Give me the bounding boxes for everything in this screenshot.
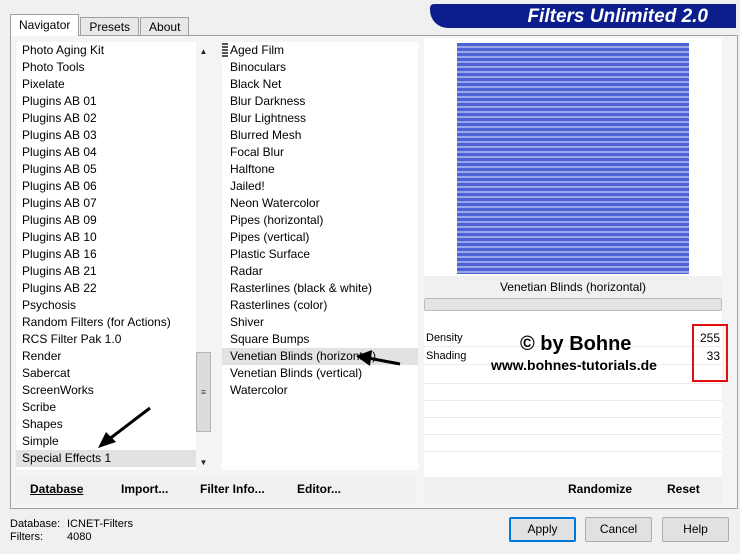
param-label: Density — [426, 332, 463, 344]
list-item[interactable]: Rasterlines (color) — [222, 297, 418, 314]
divider — [424, 417, 722, 418]
list-item[interactable]: Blur Darkness — [222, 93, 418, 110]
list-item[interactable]: Plugins AB 03 — [16, 127, 210, 144]
list-item[interactable]: ScreenWorks — [16, 382, 210, 399]
param-label: Shading — [426, 350, 467, 362]
apply-button[interactable]: Apply — [509, 517, 576, 542]
tab-navigator[interactable]: Navigator — [10, 14, 80, 36]
list-item[interactable]: Black Net — [222, 76, 418, 93]
banner-title: Filters Unlimited 2.0 — [527, 6, 708, 27]
list-item[interactable]: Plugins AB 22 — [16, 280, 210, 297]
list-item[interactable]: Photo Tools — [16, 59, 210, 76]
list-item[interactable]: Plugins AB 07 — [16, 195, 210, 212]
list-item[interactable]: Special Effects 1 — [16, 450, 210, 467]
list-item[interactable]: Jailed! — [222, 178, 418, 195]
list-item[interactable]: Blur Lightness — [222, 110, 418, 127]
list-item[interactable]: Photo Aging Kit — [16, 42, 210, 59]
preview-image — [457, 43, 689, 274]
list-item[interactable]: Plastic Surface — [222, 246, 418, 263]
tab-presets[interactable]: Presets — [80, 17, 140, 36]
highlight-box — [692, 324, 728, 382]
tab-about[interactable]: About — [140, 17, 190, 36]
list-item[interactable]: Plugins AB 04 — [16, 144, 210, 161]
list-item[interactable]: Pipes (horizontal) — [222, 212, 418, 229]
reset-button[interactable]: Reset — [667, 482, 700, 496]
list-item[interactable]: Blurred Mesh — [222, 127, 418, 144]
divider — [424, 383, 722, 384]
divider — [424, 434, 722, 435]
list-item[interactable]: Plugins AB 10 — [16, 229, 210, 246]
list-item[interactable]: Pixelate — [16, 76, 210, 93]
list-item[interactable]: Radar — [222, 263, 418, 280]
param-toolbar: Randomize Reset — [424, 477, 722, 503]
watermark-copyright: © by Bohne — [520, 333, 632, 355]
list-item[interactable]: Aged Film — [222, 42, 418, 59]
editor-button[interactable]: Editor... — [297, 482, 341, 496]
watermark-url: www.bohnes-tutorials.de — [491, 357, 657, 373]
list-item[interactable]: Square Bumps — [222, 331, 418, 348]
list-item[interactable]: Plugins AB 16 — [16, 246, 210, 263]
list-item[interactable]: Sabercat — [16, 365, 210, 382]
list-item[interactable]: Plugins AB 06 — [16, 178, 210, 195]
status-database-value: ICNET-Filters — [67, 518, 133, 530]
list-item[interactable]: Focal Blur — [222, 144, 418, 161]
status-database-label: Database: — [10, 518, 61, 530]
list-item[interactable]: Plugins AB 09 — [16, 212, 210, 229]
list-item[interactable]: RCS Filter Pak 1.0 — [16, 331, 210, 348]
import-button[interactable]: Import... — [121, 482, 168, 496]
list-item[interactable]: Neon Watercolor — [222, 195, 418, 212]
scroll-thumb[interactable]: ≡ — [196, 352, 211, 432]
database-button[interactable]: Database — [30, 482, 83, 496]
tab-bar: Navigator Presets About — [10, 14, 190, 36]
status-filters-label: Filters: — [10, 531, 43, 543]
filter-info-button[interactable]: Filter Info... — [200, 482, 265, 496]
selected-filter-title: Venetian Blinds (horizontal) — [424, 276, 722, 298]
scroll-up-icon[interactable]: ▲ — [196, 44, 211, 59]
list-item[interactable]: Special Effects 2 — [16, 467, 210, 470]
pointer-arrow-icon — [98, 406, 151, 448]
cancel-button[interactable]: Cancel — [585, 517, 652, 542]
list-toolbar: Database Import... Filter Info... Editor… — [16, 477, 416, 503]
list-item[interactable]: Plugins AB 05 — [16, 161, 210, 178]
list-item[interactable]: Watercolor — [222, 382, 418, 399]
title-banner: Filters Unlimited 2.0 — [430, 4, 736, 28]
list-item[interactable]: Plugins AB 21 — [16, 263, 210, 280]
list-item[interactable]: Psychosis — [16, 297, 210, 314]
divider — [424, 451, 722, 452]
list-item[interactable]: Shiver — [222, 314, 418, 331]
scroll-down-icon[interactable]: ▼ — [196, 455, 211, 470]
list-item[interactable]: Halftone — [222, 161, 418, 178]
list-item[interactable]: Rasterlines (black & white) — [222, 280, 418, 297]
help-button[interactable]: Help — [662, 517, 729, 542]
category-scrollbar[interactable]: ▲ ≡ ▼ — [196, 42, 211, 470]
list-item[interactable]: Plugins AB 01 — [16, 93, 210, 110]
list-item[interactable]: Binoculars — [222, 59, 418, 76]
list-item[interactable]: Random Filters (for Actions) — [16, 314, 210, 331]
pointer-arrow-icon — [356, 350, 401, 366]
list-item[interactable]: Pipes (vertical) — [222, 229, 418, 246]
status-info: Database: ICNET-Filters Filters: 4080 — [10, 518, 133, 544]
filter-list[interactable]: Aged Film Binoculars Black Net Blur Darknes… — [222, 42, 418, 470]
randomize-button[interactable]: Randomize — [568, 482, 632, 496]
divider — [424, 400, 722, 401]
list-item[interactable]: Render — [16, 348, 210, 365]
list-item[interactable]: Plugins AB 02 — [16, 110, 210, 127]
preview-slider[interactable] — [424, 298, 722, 311]
list-grip-icon — [222, 43, 228, 57]
status-filters-value: 4080 — [67, 531, 92, 543]
